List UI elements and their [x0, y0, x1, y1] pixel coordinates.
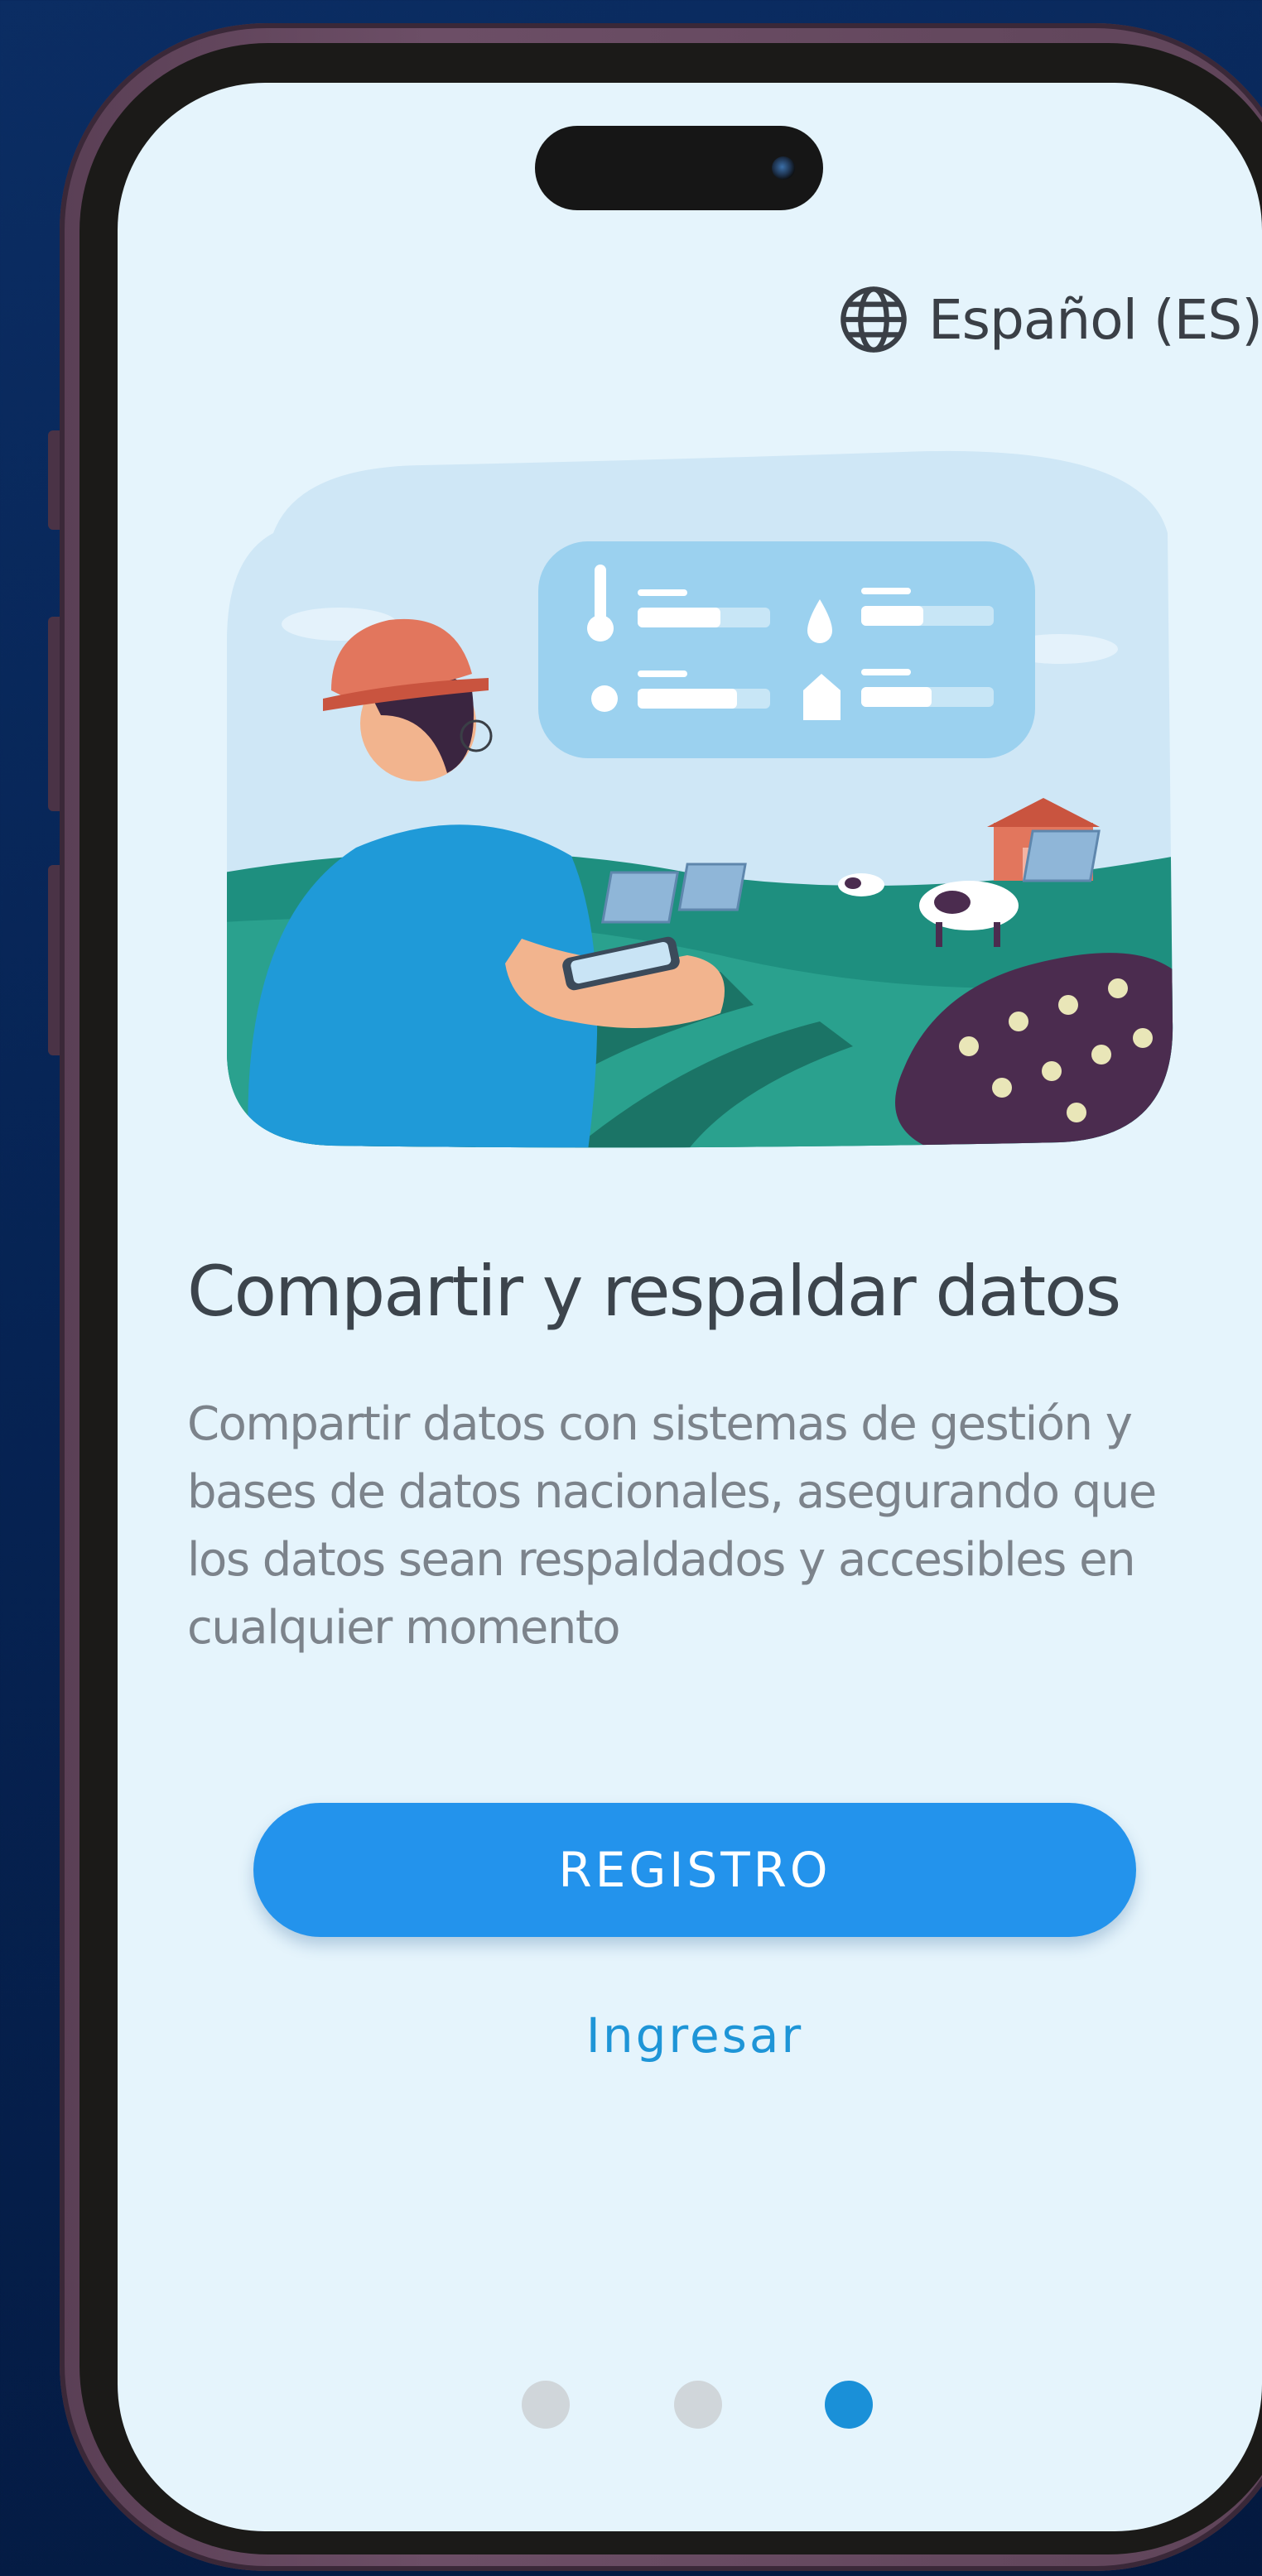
register-button[interactable]: REGISTRO [253, 1803, 1136, 1937]
onboarding-description: Compartir datos con sistemas de gestión … [187, 1397, 1157, 1655]
page-dot-3-active[interactable] [825, 2381, 873, 2429]
page-indicator [118, 2381, 1262, 2430]
language-label: Español (ES) [927, 287, 1262, 352]
page-dot-2[interactable] [674, 2381, 722, 2429]
dynamic-island [535, 126, 823, 210]
onboarding-illustration [227, 450, 1173, 1148]
language-selector[interactable]: Español (ES) [765, 278, 1262, 361]
page-dot-1[interactable] [522, 2381, 570, 2429]
phone-screen: Español (ES) Compartir y respaldar datos… [118, 83, 1262, 2531]
onboarding-title: Compartir y respaldar datos [187, 1251, 1121, 1332]
camera-icon [772, 156, 795, 180]
globe-icon [841, 286, 907, 353]
login-link[interactable]: Ingresar [502, 1998, 888, 2073]
